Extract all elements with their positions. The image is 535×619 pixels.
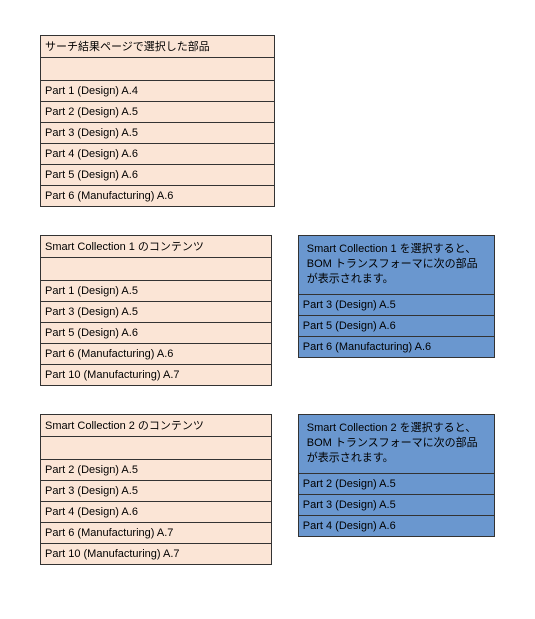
table-row: Part 6 (Manufacturing) A.6 [41, 344, 271, 365]
sc2-table: Smart Collection 2 のコンテンツ Part 2 (Design… [40, 414, 272, 565]
search-section: サーチ結果ページで選択した部品 Part 1 (Design) A.4 Part… [40, 35, 495, 207]
table-row: Part 4 (Design) A.6 [41, 502, 271, 523]
result-row: Part 2 (Design) A.5 [299, 474, 494, 495]
spacer [41, 437, 271, 460]
search-header: サーチ結果ページで選択した部品 [41, 36, 274, 58]
result-row: Part 4 (Design) A.6 [299, 516, 494, 537]
table-row: Part 2 (Design) A.5 [41, 460, 271, 481]
table-row: Part 4 (Design) A.6 [41, 144, 274, 165]
sc1-message: Smart Collection 1 を選択すると、BOM トランスフォーマに次… [299, 236, 494, 295]
result-row: Part 6 (Manufacturing) A.6 [299, 337, 494, 358]
sc2-result-box: Smart Collection 2 を選択すると、BOM トランスフォーマに次… [298, 414, 495, 537]
table-row: Part 6 (Manufacturing) A.7 [41, 523, 271, 544]
sc1-result-box: Smart Collection 1 を選択すると、BOM トランスフォーマに次… [298, 235, 495, 358]
table-row: Part 5 (Design) A.6 [41, 165, 274, 186]
sc2-section: Smart Collection 2 のコンテンツ Part 2 (Design… [40, 414, 495, 565]
sc2-message: Smart Collection 2 を選択すると、BOM トランスフォーマに次… [299, 415, 494, 474]
table-row: Part 1 (Design) A.4 [41, 81, 274, 102]
spacer [41, 258, 271, 281]
result-row: Part 5 (Design) A.6 [299, 316, 494, 337]
spacer [41, 58, 274, 81]
sc2-header: Smart Collection 2 のコンテンツ [41, 415, 271, 437]
sc1-section: Smart Collection 1 のコンテンツ Part 1 (Design… [40, 235, 495, 386]
sc1-header: Smart Collection 1 のコンテンツ [41, 236, 271, 258]
result-row: Part 3 (Design) A.5 [299, 495, 494, 516]
table-row: Part 6 (Manufacturing) A.6 [41, 186, 274, 207]
table-row: Part 3 (Design) A.5 [41, 123, 274, 144]
table-row: Part 1 (Design) A.5 [41, 281, 271, 302]
table-row: Part 10 (Manufacturing) A.7 [41, 365, 271, 386]
table-row: Part 3 (Design) A.5 [41, 481, 271, 502]
result-row: Part 3 (Design) A.5 [299, 295, 494, 316]
sc1-table: Smart Collection 1 のコンテンツ Part 1 (Design… [40, 235, 272, 386]
table-row: Part 10 (Manufacturing) A.7 [41, 544, 271, 565]
table-row: Part 5 (Design) A.6 [41, 323, 271, 344]
search-table: サーチ結果ページで選択した部品 Part 1 (Design) A.4 Part… [40, 35, 275, 207]
table-row: Part 3 (Design) A.5 [41, 302, 271, 323]
table-row: Part 2 (Design) A.5 [41, 102, 274, 123]
